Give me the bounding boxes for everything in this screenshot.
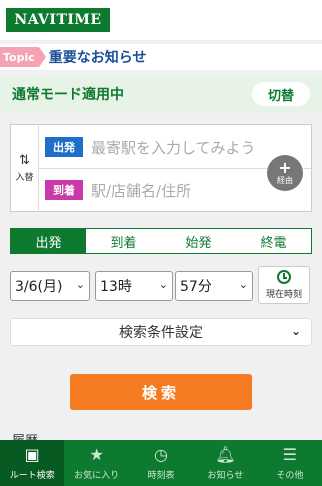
topic-link[interactable]: 重要なお知らせ [49,47,147,67]
current-time-label: 現在時刻 [265,290,302,300]
search-conditions-label: 検索条件設定 [119,325,203,341]
navitime-logo[interactable]: NAVITIME [6,8,110,32]
to-field[interactable]: 到着 駅/店舗名/住所 [45,175,191,205]
chevron-down-icon: ⌄ [290,324,301,338]
mode-status: 通常モード適用中 [12,87,124,103]
minute-value: 57分 [180,279,212,295]
nav-label: お知らせ [207,470,244,481]
search-conditions-toggle[interactable]: 検索条件設定 ⌄ [10,318,312,346]
from-field[interactable]: 出発 最寄駅を入力してみよう [45,132,256,162]
via-label: 経由 [277,175,293,185]
nav-notices[interactable]: 🔔︎ お知らせ [193,440,257,486]
search-type-tabs: 出発 到着 始発 終電 [10,228,312,254]
chevron-down-icon: ⌄ [75,278,85,291]
star-icon: ★ [89,444,104,464]
swap-button[interactable]: ⇅ 入替 [11,125,39,211]
bottom-nav: ▣ ルート検索 ★ お気に入り ◷ 時刻表 🔔︎ お知らせ ☰ その他 [0,440,322,486]
nav-label: お気に入り [74,470,120,481]
clock-icon: ◷ [154,444,168,464]
topic-badge: Topic [0,47,46,67]
date-value: 3/6(月) [15,279,63,295]
current-time-button[interactable]: 現在時刻 [258,266,310,304]
from-tag: 出発 [45,137,83,157]
tab-first-train[interactable]: 始発 [161,229,236,253]
swap-label: 入替 [15,172,34,183]
chevron-down-icon: ⌄ [238,278,248,291]
nav-label: その他 [276,470,304,481]
mode-bar: 通常モード適用中 切替 [0,76,322,112]
menu-icon: ☰ [282,444,297,464]
tab-departure[interactable]: 出発 [11,229,86,253]
mode-switch-button[interactable]: 切替 [252,82,310,106]
hour-value: 13時 [100,279,132,295]
nav-label: ルート検索 [9,470,55,481]
add-via-button[interactable]: + 経由 [267,155,303,191]
minute-select[interactable]: 57分 ⌄ [175,271,253,301]
tab-arrival[interactable]: 到着 [86,229,161,253]
nav-favorites[interactable]: ★ お気に入り [64,440,128,486]
clock-icon [277,270,291,284]
app-header: NAVITIME [0,0,322,40]
plus-icon: + [278,157,292,177]
date-select[interactable]: 3/6(月) ⌄ [10,271,90,301]
tab-last-train[interactable]: 終電 [236,229,311,253]
hour-select[interactable]: 13時 ⌄ [95,271,173,301]
nav-route-search[interactable]: ▣ ルート検索 [0,440,65,486]
nav-label: 時刻表 [147,470,175,481]
to-tag: 到着 [45,180,83,200]
swap-arrows-icon: ⇅ [19,152,30,168]
route-input-box: ⇅ 入替 出発 最寄駅を入力してみよう 到着 駅/店舗名/住所 + 経由 [10,124,312,212]
nav-timetable[interactable]: ◷ 時刻表 [129,440,193,486]
search-button[interactable]: 検索 [70,374,252,410]
bell-icon: 🔔︎ [215,444,236,464]
chevron-down-icon: ⌄ [158,278,168,291]
nav-other[interactable]: ☰ その他 [258,440,322,486]
to-input[interactable]: 駅/店舗名/住所 [91,180,191,201]
map-icon: ▣ [24,444,40,464]
from-input[interactable]: 最寄駅を入力してみよう [91,137,256,158]
topic-bar[interactable]: Topic 重要なお知らせ [0,44,322,70]
